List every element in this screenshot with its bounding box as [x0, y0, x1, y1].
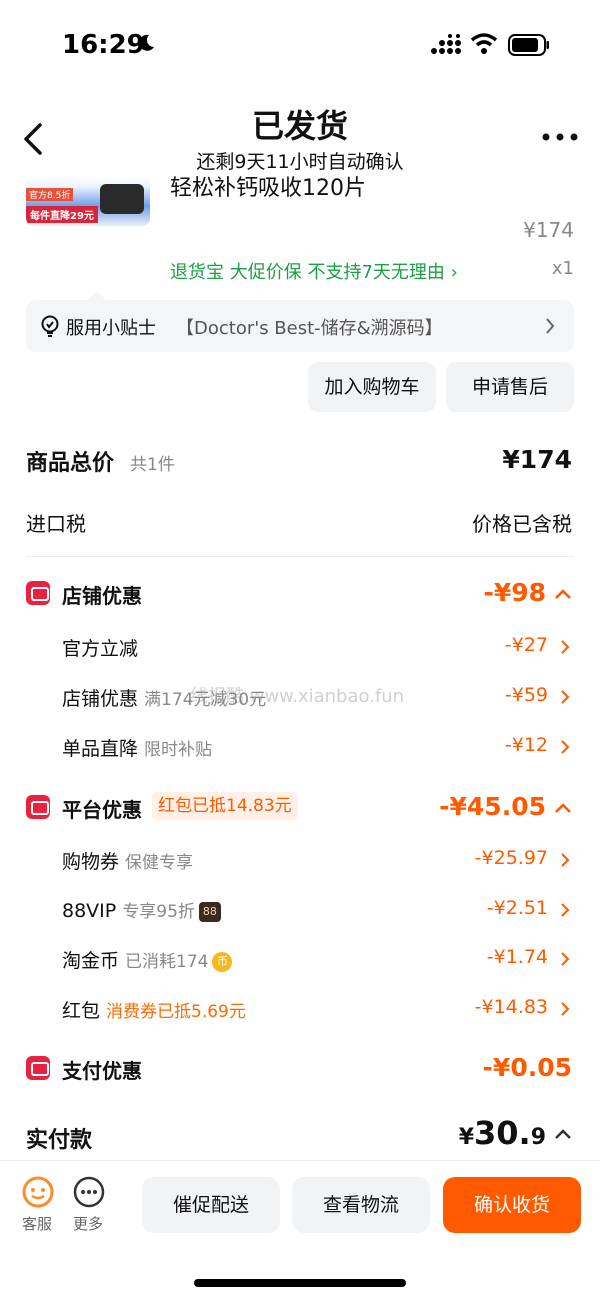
- chevron-right-icon: [546, 318, 555, 334]
- platform-item-amount: -¥25.97: [474, 847, 548, 869]
- red-packet-tag: 红包已抵14.83元: [152, 792, 298, 820]
- import-tax-value: 价格已含税: [472, 512, 572, 536]
- payment-discount-icon: [26, 1056, 50, 1080]
- platform-discount-amount: -¥45.05: [439, 792, 546, 821]
- product-quantity: x1: [551, 258, 574, 279]
- chevron-right-icon[interactable]: [560, 739, 570, 755]
- more-label[interactable]: 更多: [73, 1213, 103, 1234]
- confirm-receipt-button[interactable]: 确认收货: [443, 1177, 581, 1233]
- platform-item-sub: 消费券已抵5.69元: [106, 1002, 246, 1022]
- store-discount-icon: [26, 581, 50, 605]
- chevron-right-icon[interactable]: [560, 689, 570, 705]
- platform-item-label: 88VIP 专享95折 88: [62, 897, 221, 922]
- moon-icon: [139, 34, 154, 51]
- home-indicator: [194, 1279, 406, 1287]
- platform-item-amount: -¥1.74: [486, 946, 548, 968]
- chevron-up-icon[interactable]: [554, 1128, 572, 1140]
- import-tax-label: 进口税: [26, 512, 86, 536]
- platform-item-sub: 专享95折: [122, 902, 195, 922]
- header: 已发货 还剩9天11小时自动确认: [0, 95, 600, 175]
- store-item-label: 官方立减: [62, 638, 139, 660]
- tips-text: 【Doctor's Best-储存&溯源码】: [176, 318, 443, 339]
- total-item-count: 共1件: [130, 455, 175, 475]
- bottom-action-bar: 客服 更多 催促配送 查看物流 确认收货: [0, 1160, 600, 1300]
- payment-discount-amount: -¥0.05: [482, 1053, 572, 1082]
- wifi-icon: [470, 33, 498, 54]
- product-image-discount-tag: 官方8.5折: [26, 188, 74, 201]
- product-price: ¥174: [523, 218, 574, 242]
- store-discount-amount: -¥98: [483, 578, 546, 607]
- platform-item-label: 红包 消费券已抵5.69元: [62, 1000, 246, 1022]
- chevron-right-icon[interactable]: [560, 639, 570, 655]
- platform-item-amount: -¥14.83: [474, 996, 548, 1018]
- chevron-right-icon[interactable]: [560, 951, 570, 967]
- status-bar: 16:29: [0, 0, 600, 90]
- platform-discount-icon: [26, 795, 50, 819]
- customer-service-label[interactable]: 客服: [22, 1213, 52, 1234]
- divider: [26, 556, 574, 557]
- product-name[interactable]: 轻松补钙吸收120片: [170, 170, 366, 198]
- view-logistics-button[interactable]: 查看物流: [292, 1177, 430, 1233]
- more-icon[interactable]: [72, 1175, 106, 1209]
- add-to-cart-button[interactable]: 加入购物车: [308, 362, 436, 412]
- product-image[interactable]: 官方8.5折 每件直降29元: [26, 176, 150, 226]
- store-item-amount: -¥27: [504, 634, 548, 656]
- platform-item-label: 淘金币 已消耗174 币: [62, 946, 233, 973]
- 88vip-badge-icon: 88: [198, 901, 221, 922]
- more-options-icon[interactable]: [540, 125, 580, 149]
- customer-service-icon[interactable]: [21, 1175, 55, 1209]
- payment-discount-label: 支付优惠: [62, 1059, 142, 1083]
- amount-paid-value: ¥30.9: [458, 1114, 546, 1152]
- amount-paid-label: 实付款: [26, 1128, 93, 1153]
- chevron-up-icon[interactable]: [554, 588, 572, 600]
- platform-item-label: 购物券 保健专享: [62, 851, 194, 873]
- watermark: 线报酷 www.xianbao.fun: [190, 686, 405, 707]
- platform-item-sub: 已消耗174: [125, 952, 209, 972]
- product-services[interactable]: 退货宝 大促价保 不支持7天无理由 ›: [170, 258, 458, 284]
- lightbulb-icon: [41, 315, 59, 337]
- after-sale-button[interactable]: 申请售后: [446, 362, 574, 412]
- product-image-price-tag: 每件直降29元: [26, 206, 98, 223]
- status-time: 16:29: [62, 30, 145, 60]
- page-title: 已发货: [251, 107, 348, 145]
- battery-icon: [508, 34, 549, 56]
- platform-item-amount: -¥2.51: [486, 897, 548, 919]
- cellular-signal-icon: [431, 34, 461, 54]
- product-image-badge: [100, 184, 144, 214]
- chevron-right-icon[interactable]: [560, 1001, 570, 1017]
- total-price-value: ¥174: [502, 445, 572, 474]
- chevron-up-icon[interactable]: [554, 802, 572, 814]
- store-discount-label: 店铺优惠: [62, 584, 142, 608]
- tips-title: 服用小贴士: [66, 318, 156, 339]
- platform-discount-label: 平台优惠: [62, 798, 142, 822]
- coin-icon: 币: [212, 951, 233, 972]
- store-item-sub: 限时补贴: [144, 740, 213, 760]
- store-item-amount: -¥59: [504, 684, 548, 706]
- store-item-amount: -¥12: [504, 734, 548, 756]
- chevron-right-icon[interactable]: [560, 852, 570, 868]
- platform-item-sub: 保健专享: [125, 853, 194, 873]
- chevron-right-icon[interactable]: [560, 902, 570, 918]
- usage-tips-banner[interactable]: 服用小贴士 【Doctor's Best-储存&溯源码】: [26, 291, 574, 352]
- store-item-label: 单品直降 限时补贴: [62, 738, 213, 760]
- urge-delivery-button[interactable]: 催促配送: [142, 1177, 280, 1233]
- total-price-label: 商品总价: [26, 451, 115, 476]
